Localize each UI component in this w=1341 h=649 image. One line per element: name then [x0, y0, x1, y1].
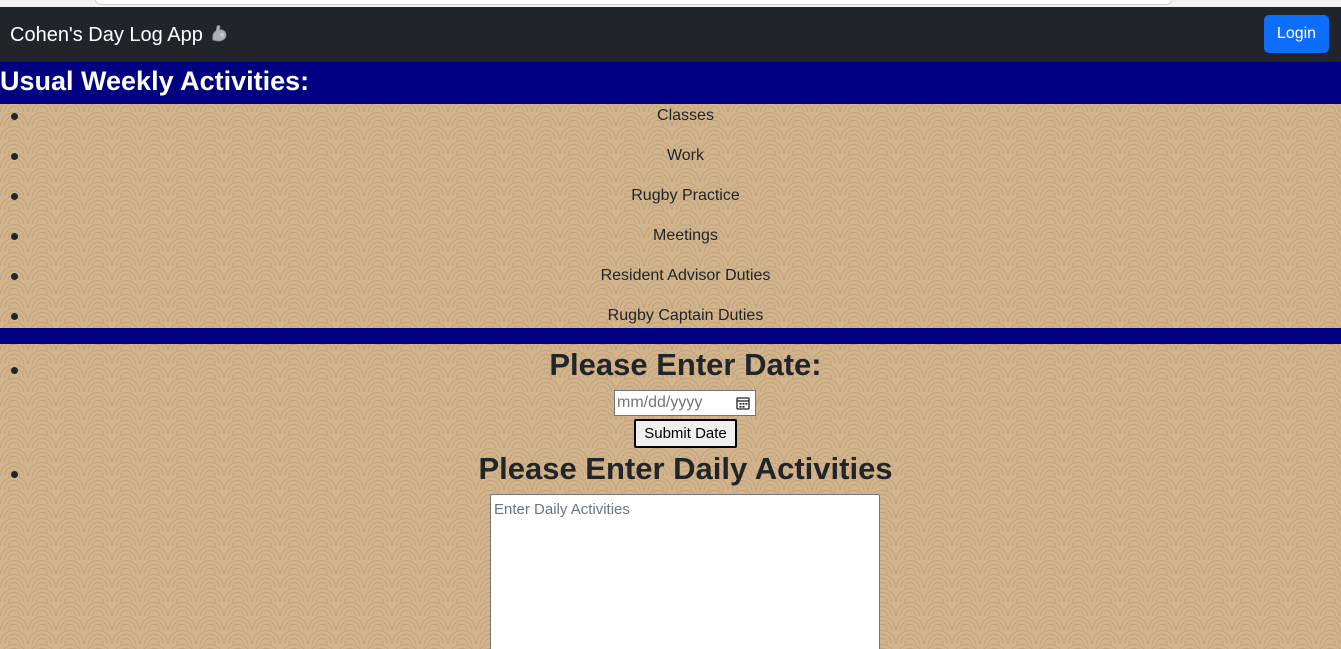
weekly-activities-list: Classes Work Rugby Practice Meetings Res… [0, 104, 1341, 344]
list-item: Classes [0, 104, 1341, 144]
bullet-icon [11, 113, 18, 120]
weekly-activities-header: Usual Weekly Activities: [0, 62, 1341, 104]
bullet-icon [11, 273, 18, 280]
daily-activities-textarea[interactable] [490, 494, 880, 649]
navbar-brand[interactable]: Cohen's Day Log App [10, 21, 229, 49]
list-item: Work [0, 144, 1341, 184]
flexed-bicep-icon [209, 23, 229, 43]
activity-label: Resident Advisor Duties [600, 267, 771, 284]
activity-label: Rugby Captain Duties [607, 307, 764, 324]
activity-label: Work [666, 147, 705, 164]
submit-date-button[interactable]: Submit Date [634, 419, 737, 448]
section-divider [0, 328, 1341, 344]
entry-form-list: Please Enter Date: Submit Date Please En… [0, 344, 1341, 649]
bullet-icon [11, 233, 18, 240]
calendar-icon[interactable] [736, 396, 750, 410]
bullet-icon [11, 471, 18, 478]
daily-activities-heading: Please Enter Daily Activities [478, 451, 893, 486]
list-item: Rugby Practice [0, 184, 1341, 224]
list-item: Meetings [0, 224, 1341, 264]
bullet-icon [11, 193, 18, 200]
date-heading: Please Enter Date: [549, 347, 822, 382]
browser-top-strip [0, 0, 1341, 7]
daily-activities-form-item: Please Enter Daily Activities [0, 448, 1341, 649]
activity-label: Rugby Practice [631, 187, 740, 204]
login-button[interactable]: Login [1264, 15, 1329, 53]
bullet-icon [11, 367, 18, 374]
brand-title: Cohen's Day Log App [10, 24, 203, 46]
activity-label: Classes [657, 107, 714, 124]
list-item: Resident Advisor Duties [0, 264, 1341, 304]
date-input[interactable] [617, 392, 727, 414]
date-field[interactable] [614, 390, 756, 416]
activity-label: Meetings [653, 227, 718, 244]
date-form-item: Please Enter Date: Submit Date [0, 344, 1341, 448]
weekly-activities-title: Usual Weekly Activities: [0, 66, 310, 96]
navbar: Cohen's Day Log App Login [0, 7, 1341, 62]
bullet-icon [11, 153, 18, 160]
bullet-icon [11, 313, 18, 320]
address-bar-edge [95, 0, 1172, 5]
